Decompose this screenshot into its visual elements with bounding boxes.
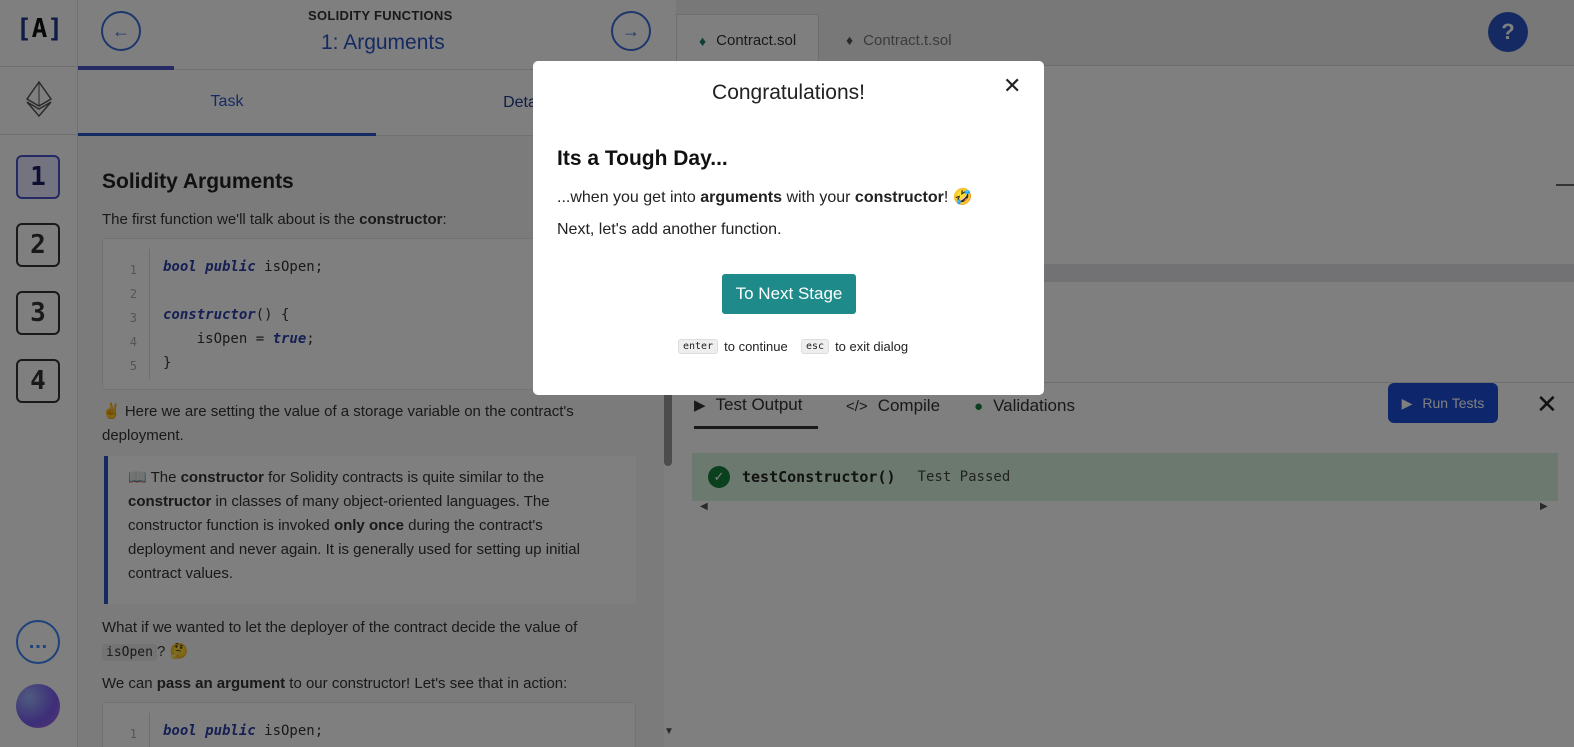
congratulations-dialog: Congratulations! ✕ Its a Tough Day... ..…	[533, 61, 1044, 395]
enter-hint: enter to continue	[678, 339, 788, 354]
esc-hint: esc to exit dialog	[801, 339, 908, 354]
dialog-message: Next, let's add another function.	[557, 221, 782, 238]
dialog-heading: Its a Tough Day...	[557, 147, 728, 170]
esc-key: esc	[801, 339, 830, 354]
enter-key: enter	[678, 339, 719, 354]
close-icon[interactable]: ✕	[1003, 73, 1021, 99]
dialog-message: ...when you get into arguments with your…	[557, 189, 973, 206]
next-stage-button[interactable]: To Next Stage	[722, 274, 856, 314]
dialog-title: Congratulations!	[712, 81, 865, 104]
